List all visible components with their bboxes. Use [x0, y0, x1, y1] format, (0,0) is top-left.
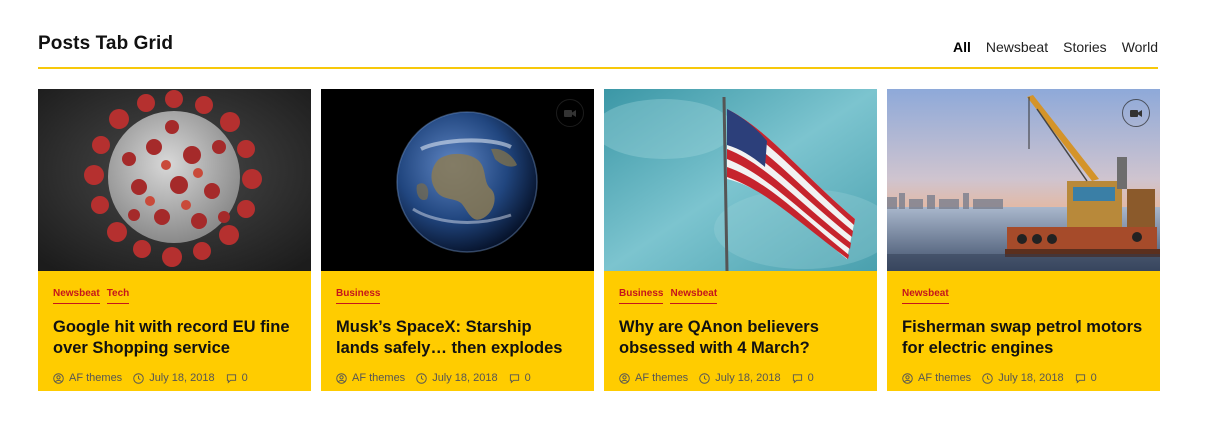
- post-title[interactable]: Fisherman swap petrol motors for electri…: [902, 317, 1145, 359]
- post-date: July 18, 2018: [149, 372, 215, 384]
- section-header: Posts Tab Grid All Newsbeat Stories Worl…: [38, 30, 1158, 69]
- tab-stories[interactable]: Stories: [1063, 39, 1107, 55]
- category-tag[interactable]: Business: [619, 288, 664, 304]
- comment-icon: [792, 373, 802, 383]
- tab-newsbeat[interactable]: Newsbeat: [986, 39, 1048, 55]
- clock-icon: [982, 372, 993, 384]
- category-list: Business: [336, 288, 579, 304]
- user-icon: [53, 372, 64, 384]
- post-card[interactable]: Newsbeat Fisherman swap petrol motors fo…: [887, 89, 1160, 391]
- video-icon: [556, 99, 584, 127]
- post-image-us-flag[interactable]: [604, 89, 877, 271]
- user-icon: [336, 372, 347, 384]
- post-image-crane-barge[interactable]: [887, 89, 1160, 271]
- section-title: Posts Tab Grid: [38, 33, 174, 54]
- post-author[interactable]: AF themes: [69, 372, 122, 384]
- clock-icon: [133, 372, 144, 384]
- category-list: Business Newsbeat: [619, 288, 862, 304]
- comment-icon: [226, 373, 236, 383]
- tab-all[interactable]: All: [953, 39, 971, 55]
- post-title[interactable]: Google hit with record EU fine over Shop…: [53, 317, 296, 359]
- post-title[interactable]: Musk’s SpaceX: Starship lands safely… th…: [336, 317, 579, 359]
- post-card[interactable]: Newsbeat Tech Google hit with record EU …: [38, 89, 311, 391]
- post-card[interactable]: Business Newsbeat Why are QAnon believer…: [604, 89, 877, 391]
- clock-icon: [416, 372, 427, 384]
- post-meta: AF themes July 18, 2018 0: [619, 372, 862, 384]
- tab-world[interactable]: World: [1122, 39, 1158, 55]
- category-list: Newsbeat: [902, 288, 1145, 304]
- post-card[interactable]: Business Musk’s SpaceX: Starship lands s…: [321, 89, 594, 391]
- post-meta: AF themes July 18, 2018 0: [53, 372, 296, 384]
- post-author[interactable]: AF themes: [352, 372, 405, 384]
- post-author[interactable]: AF themes: [635, 372, 688, 384]
- category-list: Newsbeat Tech: [53, 288, 296, 304]
- post-image-earth[interactable]: [321, 89, 594, 271]
- post-date: July 18, 2018: [432, 372, 498, 384]
- user-icon: [902, 372, 913, 384]
- post-comment-count[interactable]: 0: [525, 372, 531, 384]
- post-grid: Newsbeat Tech Google hit with record EU …: [38, 89, 1160, 391]
- category-tag[interactable]: Newsbeat: [670, 288, 718, 304]
- clock-icon: [699, 372, 710, 384]
- category-tag[interactable]: Newsbeat: [902, 288, 949, 304]
- video-icon: [1122, 99, 1150, 127]
- category-tag[interactable]: Newsbeat: [53, 288, 100, 304]
- post-date: July 18, 2018: [715, 372, 781, 384]
- post-author[interactable]: AF themes: [918, 372, 971, 384]
- post-comment-count[interactable]: 0: [808, 372, 814, 384]
- comment-icon: [509, 373, 519, 383]
- post-image-coronavirus[interactable]: [38, 89, 311, 271]
- category-tag[interactable]: Business: [336, 288, 381, 304]
- user-icon: [619, 372, 630, 384]
- post-title[interactable]: Why are QAnon believers obsessed with 4 …: [619, 317, 862, 359]
- post-comment-count[interactable]: 0: [242, 372, 248, 384]
- post-comment-count[interactable]: 0: [1091, 372, 1097, 384]
- tab-bar: All Newsbeat Stories World: [953, 39, 1158, 55]
- category-tag[interactable]: Tech: [106, 288, 130, 304]
- post-meta: AF themes July 18, 2018 0: [902, 372, 1145, 384]
- post-meta: AF themes July 18, 2018 0: [336, 372, 579, 384]
- comment-icon: [1075, 373, 1085, 383]
- post-date: July 18, 2018: [998, 372, 1064, 384]
